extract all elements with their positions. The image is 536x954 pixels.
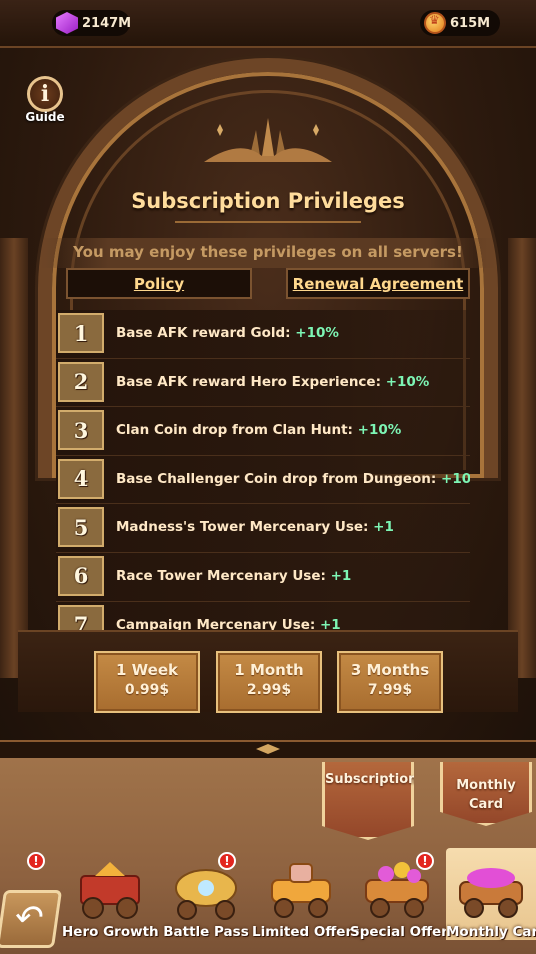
number-badge: 2 — [58, 361, 104, 402]
subtitle: You may enjoy these privileges on all se… — [73, 243, 463, 261]
page-title: Subscription Privileges — [131, 189, 405, 213]
list-item: 2 Base AFK reward Hero Experience: +10% — [56, 358, 470, 408]
hero-growth-cart-icon — [80, 862, 140, 919]
privilege-text: Base AFK reward Hero Experience: +10% — [116, 373, 430, 390]
guide-label: Guide — [25, 110, 65, 124]
nav-battle-pass[interactable]: Battle Pass — [160, 848, 252, 940]
crest-ornament-icon — [204, 118, 332, 162]
alert-badge-icon: ! — [27, 852, 45, 870]
monthly-card-cart-icon — [459, 868, 523, 918]
nav-limited-offers[interactable]: Limited Offers — [252, 848, 360, 940]
buy-1-week-button[interactable]: 1 Week 0.99$ — [94, 651, 200, 713]
nav-hero-growth[interactable]: Hero Growth — [62, 848, 159, 940]
alert-badge-icon: ! — [416, 852, 434, 870]
number-badge: 3 — [58, 410, 104, 451]
gold-counter[interactable]: 615M — [420, 10, 500, 36]
gem-icon — [56, 12, 78, 34]
list-item: 4 Base Challenger Coin drop from Dungeon… — [56, 455, 470, 505]
privilege-text: Base AFK reward Gold: +10% — [116, 325, 339, 341]
privilege-text: Madness's Tower Mercenary Use: +1 — [116, 519, 394, 536]
back-arrow-icon: ↶ — [12, 898, 47, 938]
privilege-text: Race Tower Mercenary Use: +1 — [116, 567, 352, 584]
battle-pass-cart-icon — [175, 869, 237, 920]
alert-badge-icon: ! — [218, 852, 236, 870]
nav-monthly-card[interactable]: Monthly Card — [446, 848, 536, 940]
gold-amount: 615M — [450, 15, 491, 31]
limited-offers-cart-icon — [271, 863, 331, 918]
list-item: 7 Campaign Mercenary Use: +1 — [56, 601, 470, 630]
crown-coin-icon — [424, 12, 446, 34]
number-badge: 1 — [58, 313, 104, 353]
privilege-list[interactable]: 1 Base AFK reward Gold: +10% 2 Base AFK … — [56, 310, 470, 630]
renewal-agreement-link[interactable]: Renewal Agreement — [286, 268, 470, 299]
gem-amount: 2147M — [82, 15, 132, 31]
list-item: 1 Base AFK reward Gold: +10% — [56, 310, 470, 359]
info-icon: i — [27, 76, 63, 112]
tab-subscription[interactable]: Subscription — [322, 762, 414, 840]
guide-button[interactable]: i Guide — [22, 76, 68, 124]
list-item: 6 Race Tower Mercenary Use: +1 — [56, 552, 470, 602]
number-badge: 6 — [58, 555, 104, 596]
left-pillar — [0, 238, 28, 678]
gem-counter[interactable]: 2147M — [52, 10, 132, 36]
buy-1-month-button[interactable]: 1 Month 2.99$ — [216, 651, 322, 713]
number-badge: 4 — [58, 458, 104, 499]
list-item: 5 Madness's Tower Mercenary Use: +1 — [56, 504, 470, 553]
privilege-text: Campaign Mercenary Use: +1 — [116, 616, 341, 630]
privilege-text: Clan Coin drop from Clan Hunt: +10% — [116, 422, 402, 439]
title-divider — [175, 221, 361, 223]
number-badge: 5 — [58, 507, 104, 548]
back-button[interactable]: ↶ — [0, 890, 63, 948]
buy-3-months-button[interactable]: 3 Months 7.99$ — [337, 651, 443, 713]
list-item: 3 Clan Coin drop from Clan Hunt: +10% — [56, 407, 470, 456]
number-badge: 7 — [58, 604, 104, 630]
right-pillar — [508, 238, 536, 678]
privilege-text: Base Challenger Coin drop from Dungeon: … — [116, 470, 470, 487]
policy-link[interactable]: Policy — [66, 268, 252, 299]
top-currency-bar: 2147M 615M — [0, 0, 536, 48]
